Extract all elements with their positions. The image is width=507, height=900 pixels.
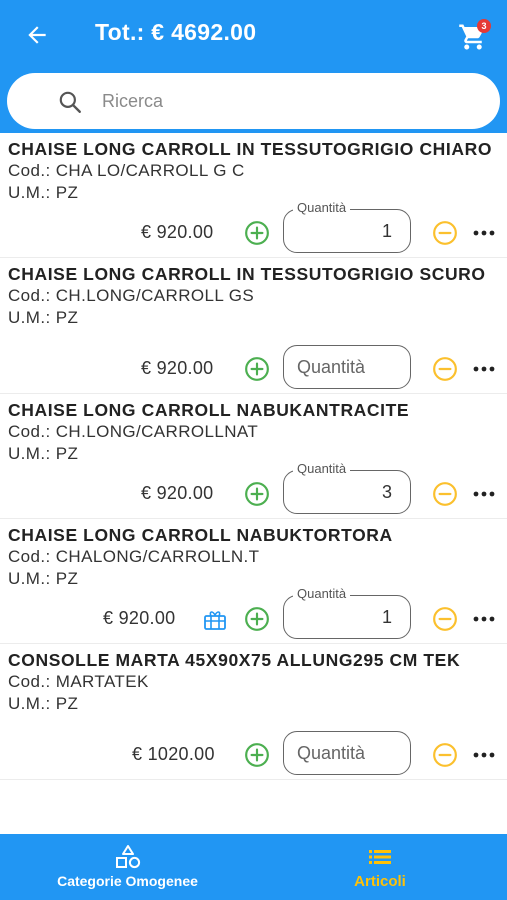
bottom-tab-bar: Categorie Omogenee Articoli (0, 834, 507, 900)
item-price: € 920.00 (141, 222, 214, 242)
quantity-field-wrapper (283, 731, 411, 775)
more-options-button[interactable] (471, 606, 497, 632)
more-horizontal-icon (473, 491, 495, 497)
quantity-label: Quantità (293, 461, 351, 476)
gift-icon[interactable] (202, 607, 228, 631)
article-list[interactable]: CHAISE LONG CARROLL IN TESSUTOGRIGIO CHI… (0, 133, 507, 834)
tab-categorie-omogenee[interactable]: Categorie Omogenee (30, 834, 225, 900)
plus-circle-icon[interactable] (244, 606, 270, 632)
list-item: CHAISE LONG CARROLL NABUKTORTORA Cod.: C… (0, 519, 507, 644)
more-options-button[interactable] (471, 220, 497, 246)
more-horizontal-icon (473, 366, 495, 372)
item-price: € 920.00 (141, 358, 214, 378)
quantity-input[interactable] (283, 595, 411, 639)
minus-circle-icon[interactable] (432, 356, 458, 382)
item-price: € 920.00 (103, 608, 176, 628)
more-options-button[interactable] (471, 481, 497, 507)
item-code: Cod.: CH.LONG/CARROLLNAT (8, 422, 259, 441)
more-options-button[interactable] (471, 356, 497, 382)
item-name: CHAISE LONG CARROLL NABUKANTRACITE (8, 400, 410, 420)
minus-circle-icon[interactable] (432, 606, 458, 632)
item-price: € 920.00 (141, 483, 214, 503)
more-horizontal-icon (473, 230, 495, 236)
item-name: CONSOLLE MARTA 45X90X75 ALLUNG295 CM TEK (8, 650, 461, 670)
quantity-input[interactable] (283, 731, 411, 775)
minus-circle-icon[interactable] (432, 481, 458, 507)
list-item: CHAISE LONG CARROLL IN TESSUTOGRIGIO CHI… (0, 133, 507, 258)
plus-circle-icon[interactable] (244, 481, 270, 507)
item-name: CHAISE LONG CARROLL IN TESSUTOGRIGIO CHI… (8, 139, 493, 159)
tab-label: Categorie Omogenee (57, 873, 198, 889)
quantity-field-wrapper: Quantità (283, 200, 411, 253)
plus-circle-icon[interactable] (244, 742, 270, 768)
quantity-field-wrapper: Quantità (283, 586, 411, 639)
page-title: Tot.: € 4692.00 (95, 19, 257, 45)
item-actions: € 920.00 Quantità (8, 461, 497, 518)
item-unit: U.M.: PZ (8, 569, 79, 588)
arrow-back-icon (28, 26, 46, 44)
shapes-icon (115, 845, 140, 869)
quantity-field-wrapper (283, 345, 411, 389)
quantity-label: Quantità (293, 200, 351, 215)
quantity-label: Quantità (293, 586, 351, 601)
list-icon (369, 850, 391, 864)
more-options-button[interactable] (471, 742, 497, 768)
quantity-input[interactable] (283, 345, 411, 389)
minus-circle-icon[interactable] (432, 742, 458, 768)
search-bar[interactable] (7, 73, 500, 129)
plus-circle-icon[interactable] (244, 356, 270, 382)
item-unit: U.M.: PZ (8, 308, 79, 327)
tab-label: Articoli (354, 873, 406, 890)
list-item: CHAISE LONG CARROLL IN TESSUTOGRIGIO SCU… (0, 258, 507, 394)
list-item: CHAISE LONG CARROLL NABUKANTRACITE Cod.:… (0, 394, 507, 519)
tab-articoli[interactable]: Articoli (320, 834, 440, 900)
quantity-field-wrapper: Quantità (283, 461, 411, 514)
item-name: CHAISE LONG CARROLL NABUKTORTORA (8, 525, 393, 545)
more-horizontal-icon (473, 616, 495, 622)
item-actions: € 920.00 (8, 343, 497, 393)
cart-count-badge: 3 (477, 19, 491, 33)
item-name: CHAISE LONG CARROLL IN TESSUTOGRIGIO SCU… (8, 264, 486, 284)
item-actions: € 1020.00 (8, 729, 497, 779)
item-actions: € 920.00 Quantità (8, 586, 497, 643)
item-code: Cod.: CHALONG/CARROLLN.T (8, 547, 260, 566)
item-code: Cod.: CHA LO/CARROLL G C (8, 161, 245, 180)
cart-button[interactable]: 3 (458, 18, 492, 52)
search-input[interactable] (102, 87, 462, 115)
back-button[interactable] (22, 20, 52, 50)
item-unit: U.M.: PZ (8, 444, 79, 463)
item-actions: € 920.00 Quantità (8, 200, 497, 257)
app-header: Tot.: € 4692.00 3 (0, 0, 507, 138)
item-unit: U.M.: PZ (8, 694, 79, 713)
item-code: Cod.: CH.LONG/CARROLL GS (8, 286, 255, 305)
quantity-input[interactable] (283, 470, 411, 514)
quantity-input[interactable] (283, 209, 411, 253)
item-code: Cod.: MARTATEK (8, 672, 149, 691)
list-item: CONSOLLE MARTA 45X90X75 ALLUNG295 CM TEK… (0, 644, 507, 780)
more-horizontal-icon (473, 752, 495, 758)
search-icon (59, 91, 81, 113)
minus-circle-icon[interactable] (432, 220, 458, 246)
plus-circle-icon[interactable] (244, 220, 270, 246)
item-price: € 1020.00 (132, 744, 215, 764)
item-unit: U.M.: PZ (8, 183, 79, 202)
